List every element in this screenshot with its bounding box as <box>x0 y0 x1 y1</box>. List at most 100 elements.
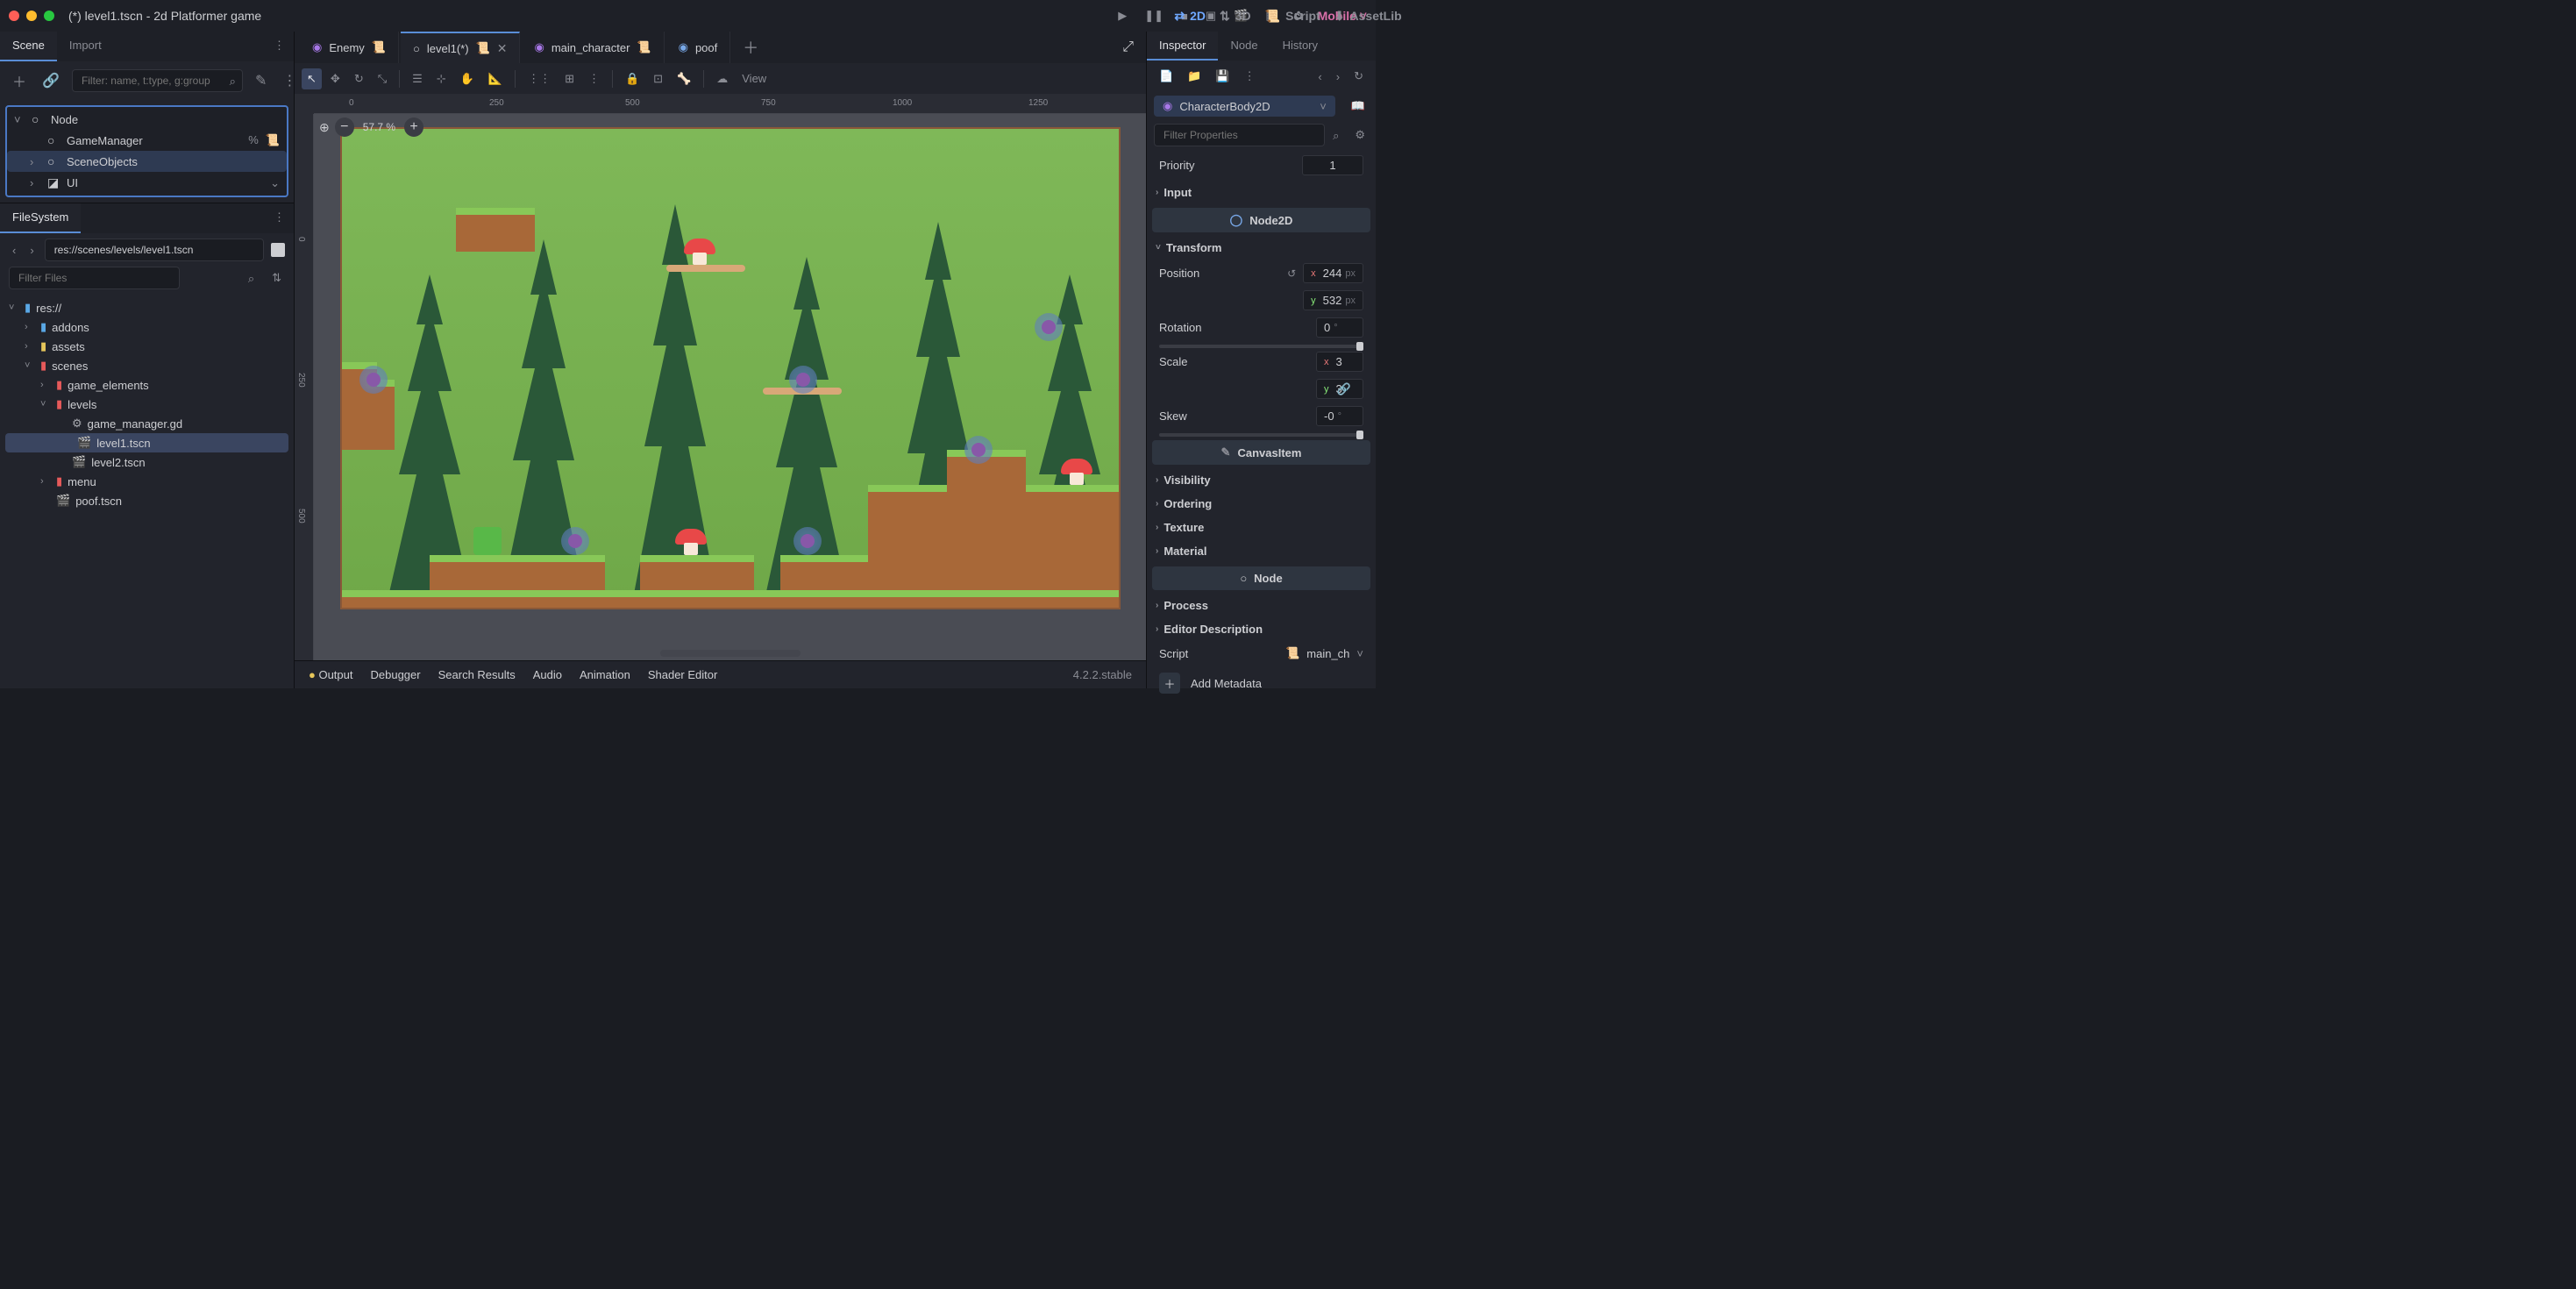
fs-item-addons[interactable]: ›▮addons <box>0 317 294 337</box>
measure-tool[interactable]: 📐 <box>483 68 508 89</box>
shader-editor-panel-button[interactable]: Shader Editor <box>648 668 718 681</box>
viewport-scrollbar[interactable] <box>660 650 801 657</box>
pause-button[interactable]: ❚❚ <box>1141 5 1167 26</box>
snap-options-button[interactable]: ⋮ <box>583 68 605 89</box>
minimize-window-button[interactable] <box>26 11 37 21</box>
script-icon[interactable]: 📜 <box>637 40 651 54</box>
save-resource-button[interactable]: 💾 <box>1212 66 1233 87</box>
load-resource-button[interactable]: 📁 <box>1184 66 1205 87</box>
position-y-input[interactable]: y532px <box>1303 290 1363 310</box>
fs-forward-button[interactable]: › <box>26 240 37 260</box>
maximize-window-button[interactable] <box>44 11 54 21</box>
canvasitem-class-header[interactable]: ✎CanvasItem <box>1152 440 1370 465</box>
override-camera-button[interactable]: ☁ <box>711 68 733 89</box>
property-filter-input[interactable] <box>1154 124 1325 146</box>
tree-item-node[interactable]: ˅○Node <box>7 109 287 130</box>
script-value[interactable]: main_ch <box>1306 647 1349 660</box>
distraction-free-button[interactable]: ⤢ <box>1110 32 1146 63</box>
new-resource-button[interactable]: 📄 <box>1156 66 1177 87</box>
fs-item-poof[interactable]: 🎬poof.tscn <box>0 491 294 510</box>
close-tab-button[interactable]: ✕ <box>497 41 508 56</box>
priority-value-input[interactable]: 1 <box>1302 155 1363 175</box>
fs-item-scenes[interactable]: ˅▮scenes <box>0 356 294 375</box>
fs-item-game-manager[interactable]: ⚙game_manager.gd <box>0 414 294 433</box>
property-settings-button[interactable]: ⚙ <box>1351 125 1369 146</box>
scene-filter-input[interactable] <box>72 69 243 92</box>
skew-input[interactable]: -0° <box>1316 406 1363 426</box>
list-tool[interactable]: ☰ <box>407 68 428 89</box>
process-section[interactable]: ›Process <box>1147 594 1376 617</box>
mode-3d-button[interactable]: ⇅ 3D <box>1220 9 1251 24</box>
fs-item-res[interactable]: ˅▮res:// <box>0 298 294 317</box>
group-button[interactable]: ⊡ <box>648 68 668 89</box>
skeleton-button[interactable]: 🦴 <box>672 68 696 89</box>
inspector-extra-button[interactable]: ⋮ <box>1241 66 1259 87</box>
fs-item-level1[interactable]: 🎬level1.tscn <box>5 433 288 452</box>
scale-tool[interactable]: ⤡ <box>373 68 392 89</box>
chevron-down-icon[interactable]: ˅ <box>1356 647 1363 660</box>
animation-panel-button[interactable]: Animation <box>580 668 630 681</box>
scale-x-input[interactable]: x3 <box>1316 352 1363 372</box>
material-section[interactable]: ›Material <box>1147 539 1376 563</box>
fs-item-level2[interactable]: 🎬level2.tscn <box>0 452 294 472</box>
mode-2d-button[interactable]: ⇄ 2D <box>1174 9 1206 24</box>
add-scene-tab-button[interactable]: ＋ <box>732 32 769 63</box>
filesystem-tab[interactable]: FileSystem <box>0 203 81 233</box>
center-view-icon[interactable]: ⊕ <box>319 120 330 135</box>
mode-script-button[interactable]: 📜 Script <box>1265 9 1320 24</box>
script-icon[interactable]: 📜 <box>372 40 386 54</box>
visibility-icon[interactable]: ⌄ <box>270 176 280 190</box>
grid-snap-button[interactable]: ⊞ <box>559 68 580 89</box>
history-forward-button[interactable]: › <box>1333 67 1343 87</box>
play-button[interactable]: ▶ <box>1114 5 1130 26</box>
smart-snap-button[interactable]: ⋮⋮ <box>523 68 556 89</box>
history-tab[interactable]: History <box>1270 32 1330 61</box>
fs-item-menu[interactable]: ›▮menu <box>0 472 294 491</box>
output-panel-button[interactable]: Output <box>309 668 353 681</box>
scene-script-button[interactable]: ✎ <box>252 68 270 93</box>
fs-back-button[interactable]: ‹ <box>9 240 19 260</box>
fs-filter-input[interactable] <box>9 267 180 289</box>
fs-item-assets[interactable]: ›▮assets <box>0 337 294 356</box>
transform-section[interactable]: ˅Transform <box>1147 236 1376 260</box>
docs-button[interactable]: 📖 <box>1348 96 1369 117</box>
move-tool[interactable]: ✥ <box>325 68 345 89</box>
scene-tab-main-character[interactable]: ◉main_character📜 <box>522 32 664 63</box>
input-section[interactable]: ›Input <box>1147 181 1376 204</box>
object-selector[interactable]: ◉ CharacterBody2D ˅ <box>1154 96 1335 117</box>
tree-item-sceneobjects[interactable]: ›○SceneObjects <box>7 151 287 172</box>
rotate-tool[interactable]: ↻ <box>349 68 369 89</box>
add-node-button[interactable]: ＋ <box>9 67 30 95</box>
fs-path-field[interactable]: res://scenes/levels/level1.tscn <box>45 239 264 261</box>
inspector-tab[interactable]: Inspector <box>1147 32 1218 61</box>
close-window-button[interactable] <box>9 11 19 21</box>
texture-section[interactable]: ›Texture <box>1147 516 1376 539</box>
node2d-class-header[interactable]: ◯Node2D <box>1152 208 1370 232</box>
view-menu-button[interactable]: View <box>737 68 772 89</box>
zoom-out-button[interactable]: − <box>335 118 354 137</box>
instance-scene-button[interactable]: 🔗 <box>39 68 63 93</box>
node-class-header[interactable]: ○Node <box>1152 566 1370 590</box>
scene-dock-menu[interactable]: ⋮ <box>265 32 294 61</box>
ordering-section[interactable]: ›Ordering <box>1147 492 1376 516</box>
tree-item-ui[interactable]: ›◪UI⌄ <box>7 172 287 194</box>
editor-description-section[interactable]: ›Editor Description <box>1147 617 1376 641</box>
zoom-level[interactable]: 57.7 % <box>359 121 399 133</box>
scene-tab-level1[interactable]: ○level1(*)📜✕ <box>401 32 520 63</box>
add-metadata-button[interactable]: ＋ Add Metadata <box>1147 666 1376 701</box>
history-back-button[interactable]: ‹ <box>1314 67 1325 87</box>
version-label[interactable]: 4.2.2.stable <box>1073 668 1132 681</box>
fs-sort-button[interactable]: ⇅ <box>268 267 285 288</box>
skew-slider[interactable] <box>1159 433 1363 437</box>
lock-button[interactable]: 🔒 <box>620 68 644 89</box>
pan-tool[interactable]: ✋ <box>455 68 480 89</box>
fs-item-game-elements[interactable]: ›▮game_elements <box>0 375 294 395</box>
link-icon[interactable]: 🔗 <box>1337 382 1351 396</box>
position-x-input[interactable]: x244px <box>1303 263 1363 283</box>
tree-item-gamemanager[interactable]: ○GameManager%📜 <box>7 130 287 151</box>
2d-viewport[interactable]: ⊕ − 57.7 % + <box>314 114 1146 660</box>
history-menu-button[interactable]: ↻ <box>1350 66 1367 87</box>
scene-tab[interactable]: Scene <box>0 32 57 61</box>
script-icon[interactable]: 📜 <box>266 133 280 147</box>
script-icon[interactable]: 📜 <box>476 41 490 55</box>
